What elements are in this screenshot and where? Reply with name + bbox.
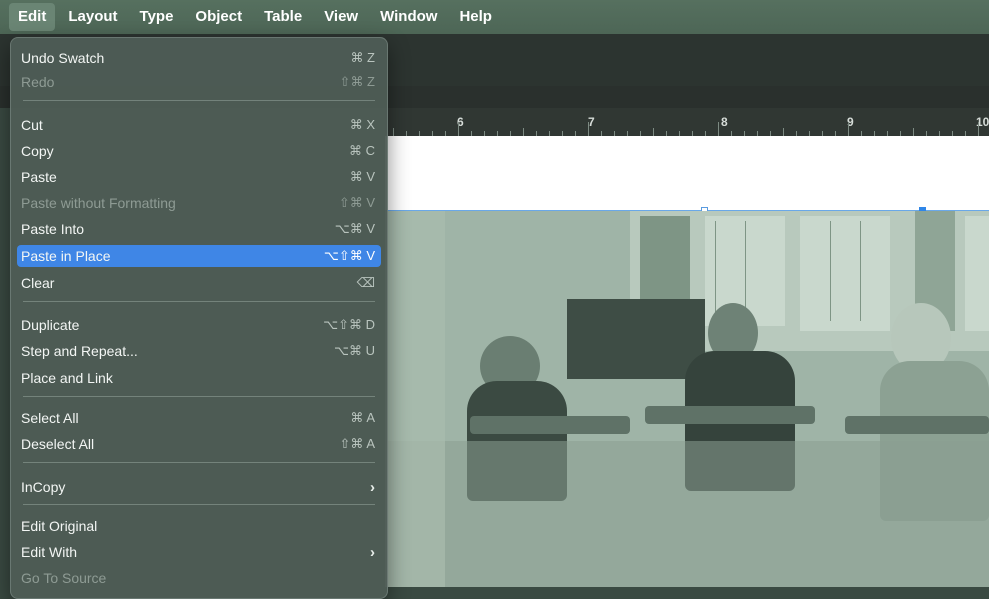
menu-separator [23, 100, 375, 101]
menu-item-copy[interactable]: Copy ⌘ C [17, 140, 381, 162]
menu-item-duplicate[interactable]: Duplicate ⌥⇧⌘ D [17, 314, 381, 336]
menu-item-label: Edit Original [21, 518, 98, 534]
menu-item-label: Paste Into [21, 221, 85, 237]
menu-item-select-all[interactable]: Select All ⌘ A [17, 407, 381, 429]
menu-item-label: Deselect All [21, 436, 95, 452]
shortcut-hint: ⌥⇧⌘ V [323, 248, 375, 263]
menu-table[interactable]: Table [255, 3, 311, 31]
menu-item-label: Cut [21, 117, 43, 133]
shortcut-hint: ⇧⌘ A [339, 436, 375, 451]
menu-item-deselect-all[interactable]: Deselect All ⇧⌘ A [17, 433, 381, 455]
menu-item-clear[interactable]: Clear ⌫ [17, 272, 381, 294]
menu-layout[interactable]: Layout [59, 3, 126, 31]
shortcut-hint: ⌘ C [349, 143, 375, 158]
menu-item-paste[interactable]: Paste ⌘ V [17, 166, 381, 188]
menu-help[interactable]: Help [450, 3, 501, 31]
menu-item-undo-swatch[interactable]: Undo Swatch ⌘ Z [17, 47, 381, 69]
ruler-label-8: 8 [721, 115, 728, 129]
menu-item-label: InCopy [21, 479, 66, 495]
shortcut-hint: ⌥⇧⌘ D [323, 317, 375, 332]
ruler-tick [458, 122, 459, 136]
shortcut-hint: ⌘ Z [350, 50, 375, 65]
menu-item-label: Copy [21, 143, 54, 159]
menu-separator [23, 301, 375, 302]
menu-item-place-and-link[interactable]: Place and Link [17, 367, 381, 389]
ruler-tick [718, 122, 719, 136]
horizontal-ruler[interactable]: 6 7 8 9 10 [385, 108, 989, 136]
ruler-tick [588, 122, 589, 136]
menu-item-step-and-repeat[interactable]: Step and Repeat... ⌥⌘ U [17, 340, 381, 362]
menu-item-paste-without-formatting: Paste without Formatting ⇧⌘ V [17, 192, 381, 214]
menu-item-paste-in-place[interactable]: Paste in Place ⌥⇧⌘ V [17, 245, 381, 267]
ruler-tick [523, 128, 524, 136]
menu-item-edit-original[interactable]: Edit Original [17, 515, 381, 537]
edit-menu-dropdown: Undo Swatch ⌘ Z Redo ⇧⌘ Z Cut ⌘ X Copy ⌘… [10, 37, 388, 599]
ruler-tick [913, 128, 914, 136]
menu-item-label: Edit With [21, 544, 78, 560]
menu-item-label: Redo [21, 74, 55, 90]
menu-item-paste-into[interactable]: Paste Into ⌥⌘ V [17, 218, 381, 240]
menu-item-label: Select All [21, 410, 79, 426]
menu-bar: Edit Layout Type Object Table View Windo… [0, 0, 989, 34]
menu-edit[interactable]: Edit [9, 3, 56, 31]
menu-separator [23, 462, 375, 463]
shortcut-hint: ⇧⌘ V [338, 195, 375, 210]
menu-item-label: Paste without Formatting [21, 195, 176, 211]
menu-item-label: Clear [21, 275, 55, 291]
menu-item-label: Undo Swatch [21, 50, 105, 66]
menu-object[interactable]: Object [186, 3, 251, 31]
menu-item-redo: Redo ⇧⌘ Z [17, 71, 381, 93]
ruler-tick [978, 122, 979, 136]
menu-window[interactable]: Window [371, 3, 446, 31]
menu-item-incopy[interactable]: InCopy › [17, 476, 381, 498]
shortcut-hint: ⌘ A [350, 410, 375, 425]
menu-item-label: Go To Source [21, 570, 107, 586]
menu-item-label: Paste [21, 169, 57, 185]
placed-photo[interactable] [385, 211, 989, 587]
page-canvas[interactable] [385, 136, 989, 210]
ruler-tick [848, 122, 849, 136]
ruler-tick [783, 128, 784, 136]
menu-view[interactable]: View [315, 3, 367, 31]
menu-type[interactable]: Type [131, 3, 183, 31]
menu-item-label: Duplicate [21, 317, 80, 333]
menu-item-label: Paste in Place [21, 248, 111, 264]
shortcut-hint: ⇧⌘ Z [339, 74, 375, 89]
ruler-tick [653, 128, 654, 136]
shortcut-hint: ⌘ V [349, 169, 375, 184]
menu-separator [23, 396, 375, 397]
shortcut-hint: ⌥⌘ V [334, 221, 375, 236]
shortcut-hint: ⌘ X [349, 117, 375, 132]
menu-item-label: Step and Repeat... [21, 343, 138, 359]
ruler-label-7: 7 [588, 115, 595, 129]
chevron-right-icon: › [370, 544, 375, 561]
menu-item-cut[interactable]: Cut ⌘ X [17, 114, 381, 136]
menu-separator [23, 504, 375, 505]
delete-key-icon: ⌫ [356, 275, 375, 290]
menu-item-label: Place and Link [21, 370, 113, 386]
menu-item-edit-with[interactable]: Edit With › [17, 541, 381, 563]
ruler-tick [393, 128, 394, 136]
shortcut-hint: ⌥⌘ U [334, 343, 375, 358]
menu-item-go-to-source: Go To Source [17, 567, 381, 589]
chevron-right-icon: › [370, 479, 375, 496]
